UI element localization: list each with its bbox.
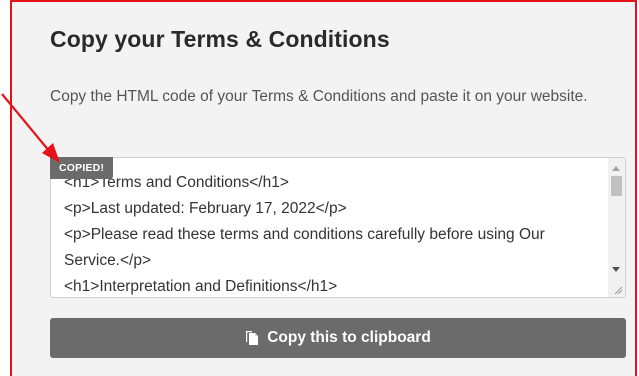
section-description: Copy the HTML code of your Terms & Condi…: [50, 88, 588, 105]
copy-document-icon: [246, 331, 259, 345]
textarea-scrollbar[interactable]: [608, 158, 625, 297]
resize-grip-icon[interactable]: [613, 285, 623, 295]
scroll-thumb[interactable]: [611, 176, 622, 196]
screenshot-canvas: Copy your Terms & Conditions Copy the HT…: [0, 0, 639, 376]
html-code-textarea[interactable]: <h1>Terms and Conditions</h1> <p>Last up…: [50, 157, 626, 298]
copy-button-label: Copy this to clipboard: [267, 329, 431, 346]
annotation-arrow: [1, 93, 60, 163]
scroll-down-arrow-icon[interactable]: [612, 267, 620, 272]
section-title: Copy your Terms & Conditions: [50, 26, 390, 52]
scroll-up-arrow-icon[interactable]: [612, 166, 620, 171]
html-code-content: <h1>Terms and Conditions</h1> <p>Last up…: [64, 174, 545, 295]
copy-to-clipboard-button[interactable]: Copy this to clipboard: [50, 318, 626, 358]
